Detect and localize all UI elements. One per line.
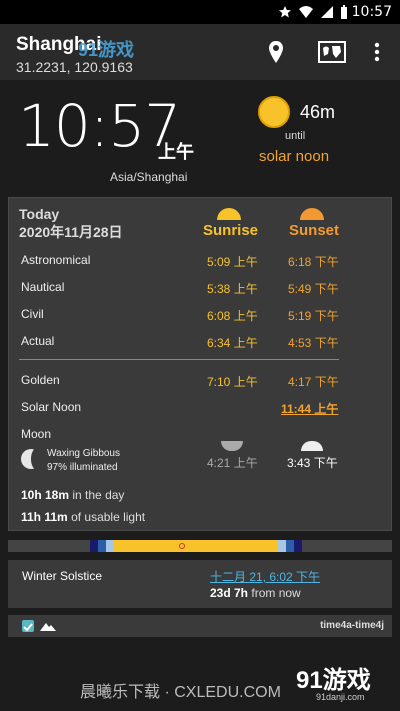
solstice-countdown-text: from now [251,586,301,600]
moonrise-time: 4:21 上午 [207,456,258,470]
row-actual-set: 4:53 下午 [288,336,339,350]
timeline-daylight [114,540,278,552]
sunset-header: Sunset [289,222,340,239]
sun-icon [258,96,290,128]
row-civil-rise: 6:08 上午 [207,309,258,323]
star-icon [279,6,291,18]
brand-logo: 91游戏 [296,667,371,694]
day-length: 10h 18m in the day [21,488,124,502]
moonrise-icon [221,441,243,451]
location-pin-icon[interactable] [268,40,284,64]
checkbox-icon[interactable] [22,620,34,632]
row-nautical-rise: 5:38 上午 [207,282,258,296]
row-civil-label: Civil [21,307,44,321]
today-label: Today [19,206,60,222]
moon-phase-icon [21,448,43,470]
moon-illumination: 97% illuminated [47,462,118,473]
divider [19,359,339,360]
time-until-event: 46m [300,102,336,122]
solstice-name: Winter Solstice [22,569,103,583]
signal-icon [321,6,333,18]
row-civil-set: 5:19 下午 [288,309,339,323]
brand-url: 91danji.com [316,692,365,702]
date-label[interactable]: 2020年11月28日 [19,222,123,242]
moonset-icon [301,441,323,451]
moonset-time: 3:43 下午 [287,456,338,470]
day-length-value: 10h 18m [21,488,70,502]
status-bar: 10:57 [0,0,400,24]
status-time: 10:57 [351,4,392,20]
row-golden-set: 4:17 下午 [288,375,339,389]
status-icons [278,5,348,19]
watermark-text: 晨曦乐下载 · CXLEDU.COM [80,684,281,701]
solstice-countdown: 23d 7h from now [210,586,301,600]
row-moon-label: Moon [21,427,52,441]
app-bar: Shanghai 31.2231, 120.9163 91游戏 [0,24,400,80]
timeline-now-marker [179,543,185,549]
sunrise-icon [217,208,241,220]
watermark-logo: 91游戏 [78,40,135,60]
usable-light-value: 11h 11m [21,510,68,524]
sunset-icon [300,208,324,220]
time-format-label: time4a-time4j [320,620,384,631]
row-actual-label: Actual [21,334,55,348]
row-solar-noon-label: Solar Noon [21,400,82,414]
row-nautical-label: Nautical [21,280,65,294]
day-length-text: in the day [72,488,125,502]
solstice-date[interactable]: 十二月 21, 6:02 下午 [210,568,320,585]
bottom-bar: time4a-time4j [8,615,392,637]
current-time: 10:57 [18,92,181,160]
next-event-label: solar noon [259,148,330,165]
row-astronomical-rise: 5:09 上午 [207,255,258,269]
row-astronomical-set: 6:18 下午 [288,255,339,269]
clock-panel: 10:57 上午 Asia/Shanghai 46m until solar n… [0,82,400,192]
sun-times-card: Today 2020年11月28日 Sunrise Sunset Astrono… [8,197,392,531]
mountain-icon[interactable] [40,621,56,631]
moon-phase-name: Waxing Gibbous [47,448,120,459]
row-astronomical-label: Astronomical [21,253,91,267]
solar-noon-time[interactable]: 11:44 上午 [281,400,338,417]
overflow-menu-icon[interactable] [374,40,380,64]
world-map-icon[interactable] [318,40,346,64]
wifi-icon [299,6,313,18]
until-label: until [285,130,306,142]
battery-icon [341,5,347,19]
row-golden-rise: 7:10 上午 [207,375,258,389]
current-ampm: 上午 [158,142,194,162]
solstice-card: Winter Solstice 十二月 21, 6:02 下午 23d 7h f… [8,560,392,608]
row-golden-label: Golden [21,373,60,387]
row-nautical-set: 5:49 下午 [288,282,339,296]
day-timeline [8,540,392,552]
solstice-countdown-value: 23d 7h [210,586,249,600]
row-actual-rise: 6:34 上午 [207,336,258,350]
timezone-label[interactable]: Asia/Shanghai [110,170,187,184]
sunrise-header: Sunrise [203,222,259,239]
usable-light-text: of usable light [71,510,146,524]
usable-light: 11h 11m of usable light [21,510,145,524]
